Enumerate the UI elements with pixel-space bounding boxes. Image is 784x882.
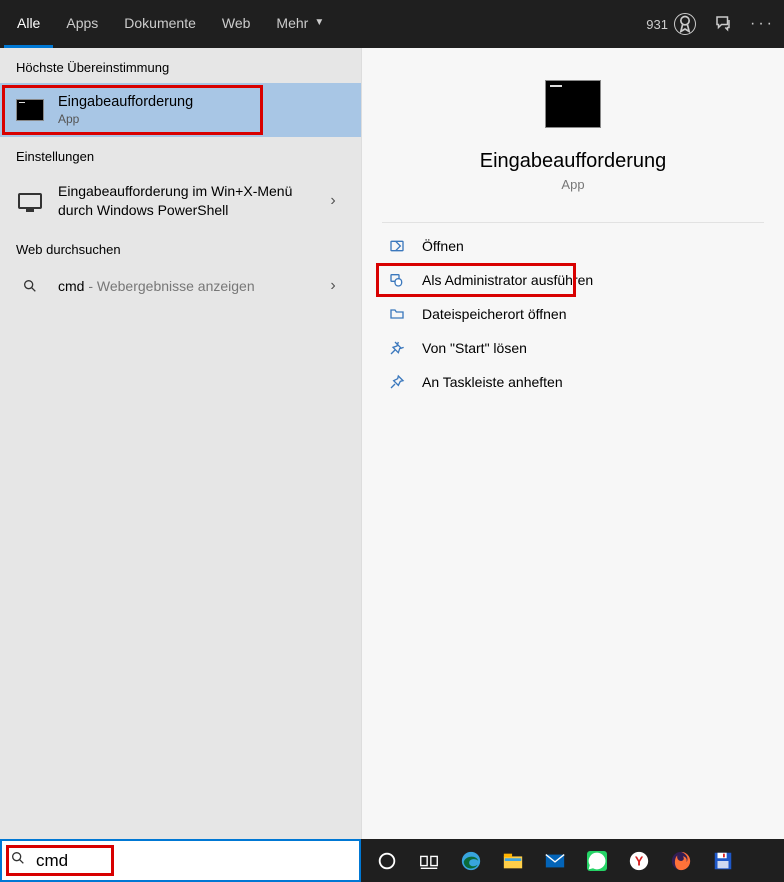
taskbar-app-save[interactable] <box>703 841 743 881</box>
result-web-cmd[interactable]: cmd - Webergebnisse anzeigen › <box>0 265 361 307</box>
feedback-icon[interactable] <box>714 14 732 35</box>
result-cmd-app[interactable]: Eingabeaufforderung App <box>0 83 361 137</box>
result-settings-winx[interactable]: Eingabeaufforderung im Win+X-Menü durch … <box>0 172 361 230</box>
action-pin-taskbar[interactable]: An Taskleiste anheften <box>362 365 784 399</box>
detail-subtitle: App <box>561 177 584 192</box>
section-best-match: Höchste Übereinstimmung <box>0 48 361 83</box>
result-detail-pane: Eingabeaufforderung App Öffnen Als Admin… <box>361 48 784 839</box>
search-icon <box>10 850 26 871</box>
tab-web[interactable]: Web <box>209 0 264 48</box>
detail-title: Eingabeaufforderung <box>480 150 666 173</box>
action-open-location[interactable]: Dateispeicherort öffnen <box>362 297 784 331</box>
unpin-icon <box>388 339 406 357</box>
rewards-icon <box>674 13 696 35</box>
tab-all[interactable]: Alle <box>4 0 53 48</box>
results-list: Höchste Übereinstimmung Eingabeaufforder… <box>0 48 361 839</box>
search-input[interactable] <box>36 851 351 871</box>
admin-shield-icon <box>388 271 406 289</box>
search-icon <box>16 275 44 297</box>
section-web: Web durchsuchen <box>0 230 361 265</box>
search-box[interactable] <box>0 839 361 882</box>
taskbar-app-firefox[interactable] <box>661 841 701 881</box>
chevron-right-icon: › <box>321 277 345 295</box>
svg-text:Y: Y <box>635 853 644 868</box>
pin-icon <box>388 373 406 391</box>
taskview-icon[interactable] <box>409 841 449 881</box>
action-unpin-start[interactable]: Von "Start" lösen <box>362 331 784 365</box>
cmd-icon <box>545 80 601 128</box>
monitor-icon <box>16 190 44 212</box>
section-settings: Einstellungen <box>0 137 361 172</box>
taskbar-app-edge[interactable] <box>451 841 491 881</box>
tab-documents[interactable]: Dokumente <box>111 0 209 48</box>
taskbar: Y <box>361 839 784 882</box>
action-run-as-admin[interactable]: Als Administrator ausführen <box>362 263 784 297</box>
folder-icon <box>388 305 406 323</box>
rewards-points[interactable]: 931 <box>646 13 696 35</box>
taskbar-app-whatsapp[interactable] <box>577 841 617 881</box>
open-icon <box>388 237 406 255</box>
cortana-icon[interactable] <box>367 841 407 881</box>
taskbar-app-mail[interactable] <box>535 841 575 881</box>
chevron-down-icon: ▼ <box>314 17 324 28</box>
more-options-icon[interactable]: ··· <box>750 15 768 33</box>
tab-apps[interactable]: Apps <box>53 0 111 48</box>
cmd-icon <box>16 99 44 121</box>
tab-more[interactable]: Mehr ▼ <box>263 0 337 48</box>
action-open[interactable]: Öffnen <box>362 229 784 263</box>
search-scope-tabs: Alle Apps Dokumente Web Mehr ▼ 931 ··· <box>0 0 784 48</box>
taskbar-app-explorer[interactable] <box>493 841 533 881</box>
chevron-right-icon: › <box>321 192 345 210</box>
taskbar-app-yandex[interactable]: Y <box>619 841 659 881</box>
